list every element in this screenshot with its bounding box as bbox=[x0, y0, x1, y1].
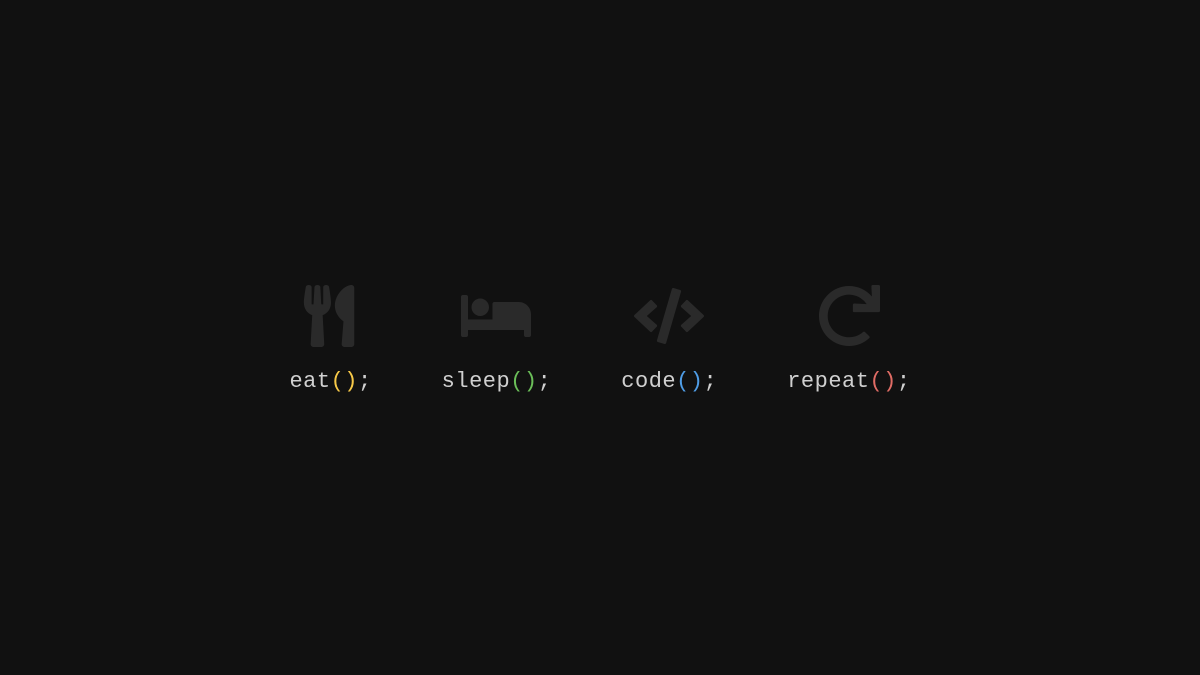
wallpaper-row: eat(); sleep(); code(); repeat() bbox=[289, 281, 910, 394]
semicolon: ; bbox=[358, 369, 372, 394]
redo-icon bbox=[814, 281, 884, 351]
semicolon: ; bbox=[538, 369, 552, 394]
utensils-icon bbox=[296, 281, 366, 351]
item-code: code(); bbox=[621, 281, 717, 394]
item-sleep: sleep(); bbox=[442, 281, 552, 394]
label-repeat: repeat(); bbox=[787, 369, 910, 394]
item-repeat: repeat(); bbox=[787, 281, 910, 394]
parens: () bbox=[869, 369, 896, 394]
parens: () bbox=[510, 369, 537, 394]
fn-name: sleep bbox=[442, 369, 511, 394]
fn-name: code bbox=[621, 369, 676, 394]
label-sleep: sleep(); bbox=[442, 369, 552, 394]
parens: () bbox=[676, 369, 703, 394]
label-eat: eat(); bbox=[289, 369, 371, 394]
label-code: code(); bbox=[621, 369, 717, 394]
code-icon bbox=[634, 281, 704, 351]
fn-name: repeat bbox=[787, 369, 869, 394]
item-eat: eat(); bbox=[289, 281, 371, 394]
fn-name: eat bbox=[289, 369, 330, 394]
bed-icon bbox=[461, 281, 531, 351]
semicolon: ; bbox=[897, 369, 911, 394]
semicolon: ; bbox=[704, 369, 718, 394]
parens: () bbox=[331, 369, 358, 394]
